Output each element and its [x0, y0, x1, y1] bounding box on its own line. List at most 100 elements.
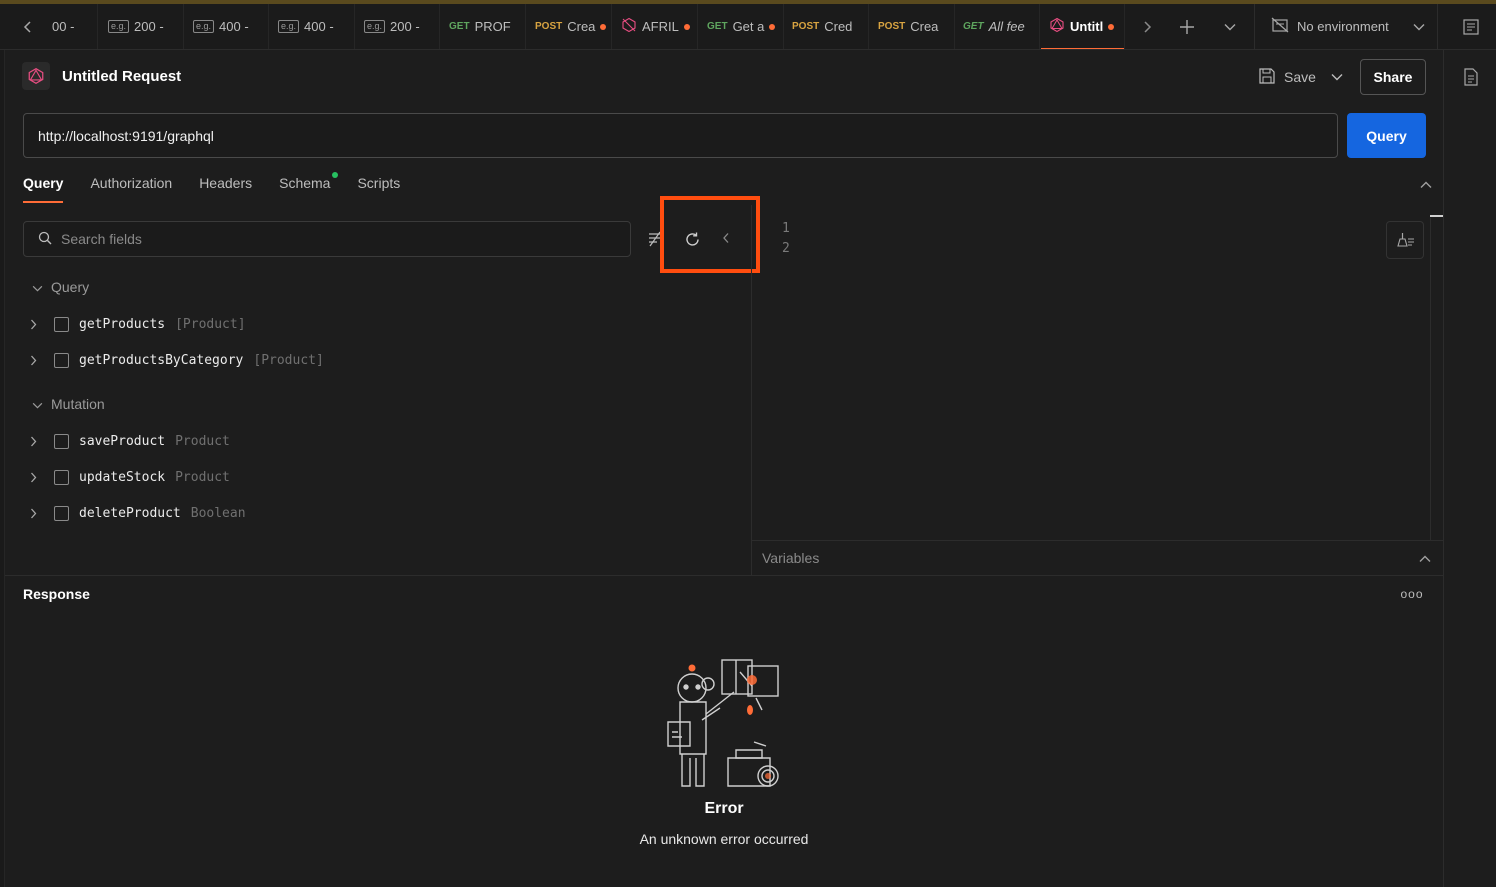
search-icon — [38, 231, 52, 248]
send-query-button[interactable]: Query — [1347, 113, 1426, 158]
tab-label: 200 - — [390, 19, 420, 34]
tab-method: POST — [878, 21, 906, 32]
line-number: 1 — [782, 221, 790, 236]
save-options-chevron-icon[interactable] — [1322, 62, 1352, 92]
field-checkbox[interactable] — [54, 469, 69, 485]
request-title[interactable]: Untitled Request — [62, 68, 181, 85]
graphql-icon — [22, 62, 50, 90]
field-checkbox[interactable] — [54, 433, 69, 449]
tab-label: PROF — [474, 19, 511, 34]
panel-divider[interactable] — [751, 205, 752, 575]
field-checkbox[interactable] — [54, 352, 69, 368]
schema-field-row[interactable]: getProductsByCategory [Product] — [30, 349, 324, 371]
query-section-header[interactable]: Query — [32, 279, 89, 295]
unsaved-dot — [683, 23, 690, 30]
schema-field-row[interactable]: getProducts [Product] — [30, 313, 246, 335]
tab-label: Crea — [567, 19, 596, 34]
documentation-icon[interactable] — [1460, 66, 1482, 88]
request-tab-8[interactable]: AFRIL — [613, 4, 698, 49]
schema-status-dot — [332, 172, 339, 178]
scroll-tabs-left-icon[interactable] — [8, 4, 48, 49]
field-name: getProductsByCategory — [79, 352, 244, 368]
chevron-right-icon[interactable] — [30, 472, 44, 483]
collapse-request-chevron-up-icon[interactable] — [1415, 175, 1437, 195]
field-type: Product — [175, 469, 230, 485]
scroll-tabs-right-icon[interactable] — [1133, 4, 1161, 49]
no-environment-icon — [1271, 17, 1289, 36]
chevron-right-icon[interactable] — [30, 355, 44, 366]
example-icon: e.g. — [193, 20, 215, 33]
environment-quick-look-icon[interactable] — [1456, 4, 1486, 49]
request-tab-11[interactable]: POST Crea — [870, 4, 955, 49]
url-input[interactable]: http://localhost:9191/graphql — [23, 113, 1338, 158]
tab-label: AFRIL — [642, 19, 679, 34]
tab-headers[interactable]: Headers — [199, 175, 252, 205]
request-tab-9[interactable]: GET Get a — [699, 4, 784, 49]
schema-field-row[interactable]: deleteProduct Boolean — [30, 502, 246, 524]
request-tab-1[interactable]: 00 - — [44, 4, 98, 49]
environment-label: No environment — [1297, 19, 1389, 34]
chevron-right-icon[interactable] — [30, 436, 44, 447]
search-fields-box[interactable] — [23, 221, 631, 257]
error-illustration — [662, 658, 786, 792]
request-tab-active[interactable]: Untitl — [1041, 4, 1125, 49]
field-checkbox[interactable] — [54, 505, 69, 521]
variables-panel-header[interactable]: Variables — [752, 540, 1443, 575]
tab-method: GET — [449, 21, 470, 32]
tabs-dropdown-chevron-icon[interactable] — [1216, 4, 1244, 49]
request-tab-4[interactable]: e.g. 400 - — [270, 4, 355, 49]
request-tab-5[interactable]: e.g. 200 - — [356, 4, 440, 49]
response-title: Response — [23, 586, 90, 602]
tab-schema[interactable]: Schema — [279, 172, 339, 205]
tab-schema-label: Schema — [279, 175, 331, 191]
tab-authorization[interactable]: Authorization — [90, 175, 172, 205]
search-fields-input[interactable] — [61, 231, 601, 247]
prettify-query-button[interactable] — [1386, 221, 1424, 259]
request-tab-6[interactable]: GET PROF — [441, 4, 526, 49]
tab-label: Cred — [824, 19, 853, 34]
chevron-right-icon[interactable] — [30, 508, 44, 519]
save-button[interactable]: Save — [1250, 62, 1324, 92]
schema-field-row[interactable]: saveProduct Product — [30, 430, 230, 452]
request-tab-2[interactable]: e.g. 200 - — [100, 4, 184, 49]
tab-method: GET — [707, 21, 728, 32]
field-type: Product — [175, 433, 230, 449]
field-checkbox[interactable] — [54, 316, 69, 332]
tab-method: GET — [963, 21, 984, 32]
tab-method: POST — [535, 21, 563, 32]
tab-scripts[interactable]: Scripts — [357, 175, 400, 205]
request-subtabs: Query Authorization Headers Schema Scrip… — [23, 172, 400, 205]
right-sidebar — [1443, 50, 1496, 887]
example-icon: e.g. — [278, 20, 300, 33]
error-message: An unknown error occurred — [639, 831, 809, 847]
request-tab-10[interactable]: POST Cred — [784, 4, 869, 49]
request-tab-3[interactable]: e.g. 400 - — [185, 4, 269, 49]
query-editor[interactable]: 1 2 — [782, 219, 790, 259]
response-more-options-icon[interactable]: ooo — [1400, 586, 1424, 602]
chevron-down-icon — [32, 279, 43, 295]
variables-label: Variables — [762, 550, 820, 566]
mutation-section-header[interactable]: Mutation — [32, 396, 105, 412]
query-section-label: Query — [51, 279, 90, 295]
tab-label: Untitl — [1070, 19, 1104, 34]
response-divider[interactable] — [5, 575, 1443, 576]
field-name: saveProduct — [79, 433, 166, 449]
field-type: [Product] — [253, 352, 324, 368]
new-tab-plus-icon[interactable] — [1172, 4, 1202, 49]
field-name: deleteProduct — [79, 505, 181, 521]
share-button[interactable]: Share — [1360, 59, 1426, 95]
chevron-right-icon[interactable] — [30, 319, 44, 330]
request-tab-12[interactable]: GET All fee — [955, 4, 1040, 49]
tab-query[interactable]: Query — [23, 175, 64, 205]
save-label: Save — [1284, 69, 1316, 85]
tab-label: Get a — [732, 19, 765, 34]
unsaved-dot — [769, 23, 776, 30]
environment-selector[interactable]: No environment — [1254, 4, 1438, 49]
schema-field-row[interactable]: updateStock Product — [30, 466, 230, 488]
editor-scrollbar[interactable] — [1430, 215, 1443, 217]
request-tab-7[interactable]: POST Crea — [527, 4, 612, 49]
line-number: 2 — [782, 241, 790, 256]
chevron-down-icon — [1413, 19, 1425, 34]
chevron-up-icon — [1419, 550, 1431, 566]
tab-label: 400 - — [304, 19, 334, 34]
